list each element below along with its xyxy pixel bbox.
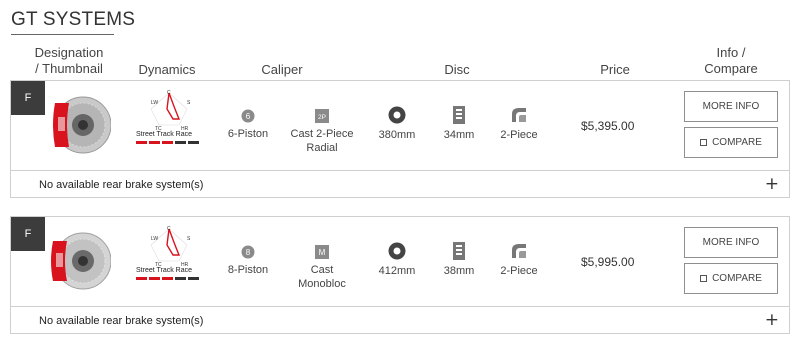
disc-diameter: 380mm bbox=[378, 129, 416, 141]
rear-system-text: No available rear brake system(s) bbox=[39, 315, 204, 327]
dynamics-bars bbox=[136, 141, 199, 144]
position-badge: F bbox=[11, 81, 45, 115]
expand-plus-icon[interactable]: + bbox=[765, 310, 779, 330]
disc-thickness: 38mm bbox=[443, 265, 475, 277]
caliper-type-line2: Radial bbox=[306, 142, 338, 154]
column-header-disc: Disc bbox=[444, 62, 470, 77]
disc-thickness-icon bbox=[453, 106, 465, 124]
dynamics-level-bar bbox=[162, 141, 173, 144]
dyn-label-lw: LW bbox=[151, 236, 158, 242]
disc-type-spec: 2-Piece bbox=[497, 242, 541, 278]
compare-button[interactable]: COMPARE bbox=[684, 263, 778, 294]
column-header-designation-line1: Designation bbox=[34, 45, 104, 60]
brake-thumbnail-image[interactable] bbox=[47, 229, 111, 293]
system-card-main: F C LW S TC HR Street Track Race 8 8-Pis… bbox=[11, 217, 789, 307]
dynamics-level-bar bbox=[162, 277, 173, 280]
disc-thickness-spec: 34mm bbox=[439, 106, 479, 142]
caliper-type-icon-text: 2P bbox=[318, 114, 326, 121]
dyn-label-c: C bbox=[167, 226, 171, 232]
dynamics-level-bar bbox=[188, 141, 199, 144]
system-card: F C LW S TC HR Street Track Race 6 6-Pis… bbox=[10, 80, 790, 198]
dyn-label-s: S bbox=[187, 100, 191, 106]
column-header-price: Price bbox=[600, 62, 630, 77]
dynamics-bars bbox=[136, 277, 199, 280]
caliper-type-line1: Cast 2-Piece bbox=[290, 128, 354, 140]
caliper-pistons-spec: 8 8-Piston bbox=[226, 245, 270, 277]
compare-button[interactable]: COMPARE bbox=[684, 127, 778, 158]
column-header-dynamics: Dynamics bbox=[138, 62, 196, 77]
disc-diameter-spec: 380mm bbox=[375, 106, 419, 142]
brake-thumbnail-image[interactable] bbox=[47, 93, 111, 157]
dyn-label-c: C bbox=[167, 90, 171, 96]
dyn-label-lw: LW bbox=[151, 100, 158, 106]
caliper-type-spec: M Cast Monobloc bbox=[289, 245, 355, 291]
column-header-caliper: Caliper bbox=[261, 62, 303, 77]
caliper-pistons: 8-Piston bbox=[227, 264, 269, 276]
piston-count-icon-text: 6 bbox=[246, 112, 251, 121]
caliper-type-icon-text: M bbox=[319, 248, 326, 257]
disc-type: 2-Piece bbox=[500, 265, 538, 277]
column-header-info-line1: Info / bbox=[716, 45, 746, 60]
dynamics-level-bar bbox=[175, 141, 186, 144]
caliper-pistons-spec: 6 6-Piston bbox=[226, 109, 270, 141]
disc-thickness-icon bbox=[453, 242, 465, 260]
price: $5,395.00 bbox=[581, 119, 635, 133]
caliper-pistons: 6-Piston bbox=[227, 128, 269, 140]
disc-thickness-spec: 38mm bbox=[439, 242, 479, 278]
caliper-type-icon: 2P bbox=[315, 109, 329, 123]
piston-count-icon: 8 bbox=[241, 245, 255, 259]
column-header-info-compare: Info / Compare bbox=[698, 45, 764, 77]
rear-system-text: No available rear brake system(s) bbox=[39, 179, 204, 191]
section-underline bbox=[11, 34, 114, 35]
rear-system-row[interactable]: No available rear brake system(s) + bbox=[11, 171, 789, 198]
dynamics-level-bar bbox=[188, 277, 199, 280]
disc-diameter: 412mm bbox=[378, 265, 416, 277]
column-header-info-line2: Compare bbox=[704, 61, 758, 76]
more-info-button[interactable]: MORE INFO bbox=[684, 227, 778, 258]
caliper-type-line1: Cast bbox=[310, 264, 334, 276]
caliper-type-icon: M bbox=[315, 245, 329, 259]
dynamics-level-bar bbox=[175, 277, 186, 280]
compare-button-label: COMPARE bbox=[712, 137, 762, 148]
section-title: GT SYSTEMS bbox=[11, 9, 136, 30]
column-header-designation: Designation / Thumbnail bbox=[28, 45, 110, 77]
dynamics-level-bar bbox=[149, 141, 160, 144]
compare-checkbox-icon[interactable] bbox=[700, 139, 708, 146]
rear-system-row[interactable]: No available rear brake system(s) + bbox=[11, 307, 789, 334]
system-card: F C LW S TC HR Street Track Race 8 8-Pis… bbox=[10, 216, 790, 334]
disc-diameter-icon bbox=[388, 106, 406, 124]
compare-checkbox-icon[interactable] bbox=[700, 275, 708, 282]
dyn-label-s: S bbox=[187, 236, 191, 242]
caliper-type-spec: 2P Cast 2-Piece Radial bbox=[289, 109, 355, 155]
disc-type-spec: 2-Piece bbox=[497, 106, 541, 142]
piston-count-icon-text: 8 bbox=[246, 248, 251, 257]
disc-thickness: 34mm bbox=[443, 129, 475, 141]
caliper-type-line2: Monobloc bbox=[298, 278, 346, 290]
more-info-button[interactable]: MORE INFO bbox=[684, 91, 778, 122]
dynamics-level-bar bbox=[149, 277, 160, 280]
compare-button-label: COMPARE bbox=[712, 273, 762, 284]
disc-diameter-icon bbox=[388, 242, 406, 260]
system-card-main: F C LW S TC HR Street Track Race 6 6-Pis… bbox=[11, 81, 789, 171]
price: $5,995.00 bbox=[581, 255, 635, 269]
disc-type-icon bbox=[512, 244, 526, 258]
position-badge: F bbox=[11, 217, 45, 251]
expand-plus-icon[interactable]: + bbox=[765, 174, 779, 194]
dynamics-legend: Street Track Race bbox=[136, 267, 193, 274]
dynamics-level-bar bbox=[136, 277, 147, 280]
disc-type-icon bbox=[512, 108, 526, 122]
disc-diameter-spec: 412mm bbox=[375, 242, 419, 278]
column-header-designation-line2: / Thumbnail bbox=[35, 61, 103, 76]
dynamics-legend: Street Track Race bbox=[136, 131, 193, 138]
dynamics-level-bar bbox=[136, 141, 147, 144]
disc-type: 2-Piece bbox=[500, 129, 538, 141]
piston-count-icon: 6 bbox=[241, 109, 255, 123]
